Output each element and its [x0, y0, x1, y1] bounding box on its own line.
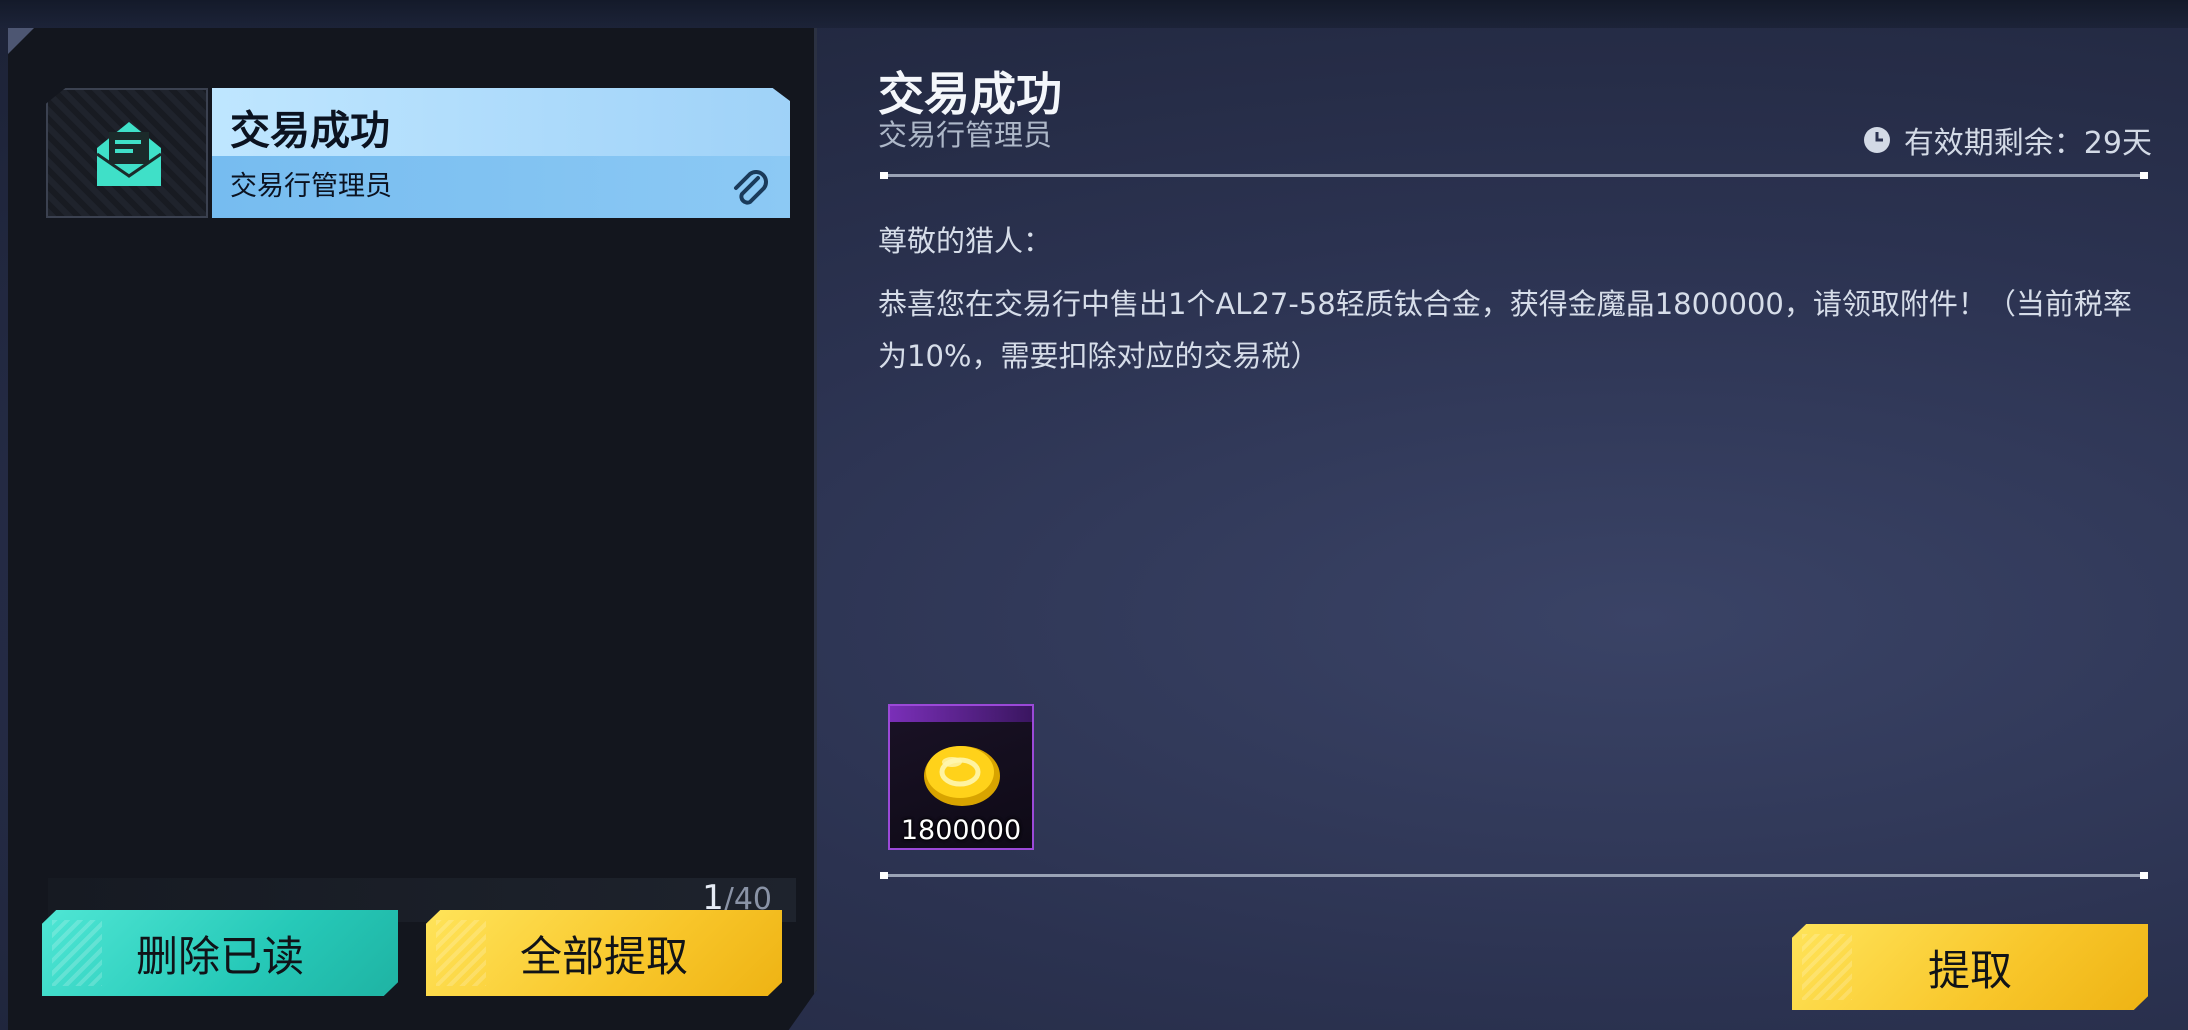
top-bar [0, 0, 2188, 28]
claim-all-button[interactable]: 全部提取 [426, 910, 782, 996]
gold-crystal-icon [924, 746, 1000, 806]
claim-button[interactable]: 提取 [1792, 924, 2148, 1010]
claim-label: 提取 [1927, 945, 2012, 995]
mail-item-sender: 交易行管理员 [230, 171, 392, 202]
mail-icon-box [46, 88, 208, 218]
mail-list-item[interactable]: 交易成功 交易行管理员 [46, 88, 790, 218]
divider-bottom [880, 872, 2148, 879]
attachment-item[interactable]: 1800000 [888, 704, 1034, 850]
expiry-label: 有效期剩余：29天 [1903, 126, 2152, 161]
mail-card: 交易成功 交易行管理员 [212, 88, 790, 218]
mail-greeting: 尊敬的猎人： [878, 224, 1053, 258]
divider-top [880, 172, 2148, 179]
attachment-quantity: 1800000 [900, 815, 1022, 846]
delete-read-button[interactable]: 删除已读 [42, 910, 398, 996]
claim-all-label: 全部提取 [519, 931, 688, 981]
envelope-open-icon [96, 122, 162, 186]
mail-item-title: 交易成功 [230, 108, 390, 154]
delete-read-label: 删除已读 [135, 931, 304, 981]
mail-list-panel: 交易成功 交易行管理员 1/40 [8, 28, 817, 1030]
corner-mark [8, 28, 34, 54]
clock-icon [1863, 127, 1890, 153]
paperclip-icon [734, 170, 768, 205]
mail-body: 恭喜您在交易行中售出1个AL27-58轻质钛合金，获得金魔晶1800000，请领… [878, 287, 2132, 373]
mail-detail-sender: 交易行管理员 [878, 118, 1053, 152]
expiry-info: 有效期剩余：29天 [1862, 118, 2152, 162]
